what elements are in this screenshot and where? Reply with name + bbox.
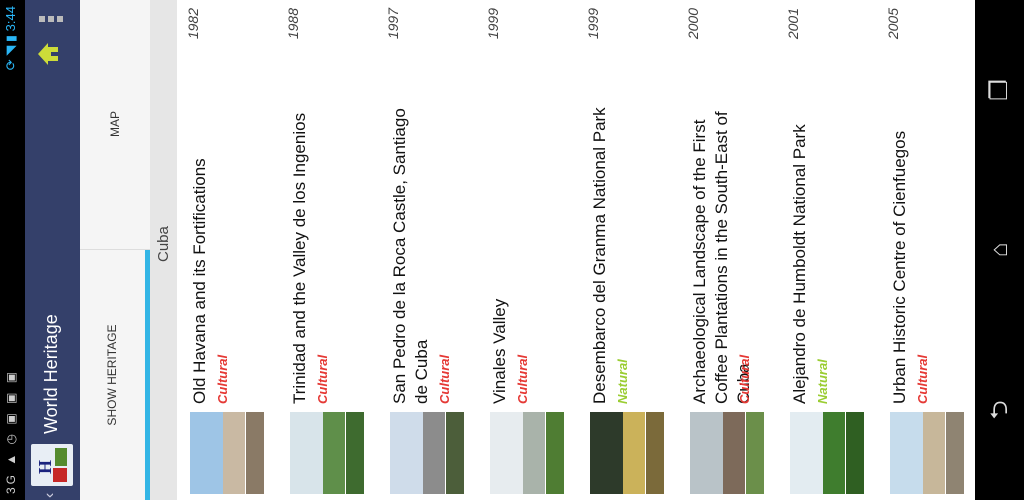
site-name: Vinales Valley xyxy=(490,298,509,404)
site-thumbnail xyxy=(690,412,764,494)
country-name: Cuba xyxy=(155,226,172,262)
notification-icons: 3G ▲ ◷ ▣ ▣ ▣ xyxy=(4,368,18,494)
site-name: Trinidad and the Valley de los Ingenios xyxy=(290,112,309,404)
inscription-year: 2000 xyxy=(685,8,701,40)
inscription-year: 1999 xyxy=(585,8,601,40)
site-name: Alejandro de Humboldt National Park xyxy=(790,124,809,404)
system-nav-bar: ⮌ ⌂ ❐ xyxy=(975,0,1024,500)
list-item[interactable]: Old Havana and its Fortifications Cultura… xyxy=(177,0,278,500)
up-navigation-icon[interactable]: ‹ xyxy=(41,493,59,498)
list-item[interactable]: Archaeological Landscape of the First Co… xyxy=(677,0,778,500)
action-bar: ‹ H World Heritage xyxy=(25,0,80,500)
site-category: Natural xyxy=(615,359,630,404)
site-category: Cultural xyxy=(437,354,452,404)
screen: 3G ▲ ◷ ▣ ▣ ▣ ⟳ ◥ ▮ 3:44 ‹ H World Herita… xyxy=(0,0,1024,500)
inscription-year: 1997 xyxy=(385,8,401,40)
device-frame: 3G ▲ ◷ ▣ ▣ ▣ ⟳ ◥ ▮ 3:44 ‹ H World Herita… xyxy=(0,0,1024,500)
overflow-menu-icon[interactable] xyxy=(35,6,67,32)
back-icon[interactable]: ⮌ xyxy=(975,370,1024,450)
site-category: Natural xyxy=(815,359,830,404)
site-thumbnail xyxy=(590,412,664,494)
site-thumbnail xyxy=(790,412,864,494)
inscription-year: 1999 xyxy=(485,8,501,40)
clock: 3:44 xyxy=(3,6,18,32)
system-status: ⟳ ◥ ▮ 3:44 xyxy=(3,6,19,70)
app-title: World Heritage xyxy=(41,314,61,434)
tab-map[interactable]: MAP xyxy=(80,0,150,250)
recent-apps-icon[interactable]: ❐ xyxy=(975,50,1024,130)
list-item[interactable]: Vinales Valley Cultural 1999 xyxy=(477,0,578,500)
site-category: Cultural xyxy=(915,354,930,404)
list-item[interactable]: Trinidad and the Valley de los Ingenios C… xyxy=(277,0,378,500)
inscription-year: 2001 xyxy=(785,8,801,40)
tab-show-heritage[interactable]: SHOW HERITAGE xyxy=(80,250,150,500)
inscription-year: 1982 xyxy=(185,8,201,40)
heritage-list: Old Havana and its Fortifications Cultura… xyxy=(177,0,978,500)
site-name: Old Havana and its Fortifications xyxy=(190,158,209,404)
list-item[interactable]: Alejandro de Humboldt National Park Natur… xyxy=(777,0,878,500)
site-name: Desembarco del Granma National Park xyxy=(590,107,609,404)
site-category: Cultural xyxy=(315,354,330,404)
site-thumbnail xyxy=(390,412,464,494)
tab-bar: SHOW HERITAGE MAP xyxy=(80,0,150,500)
site-category: Cultural xyxy=(215,354,230,404)
status-bar: 3G ▲ ◷ ▣ ▣ ▣ ⟳ ◥ ▮ 3:44 xyxy=(0,0,25,500)
country-section-header: Cuba xyxy=(150,0,177,500)
list-item[interactable]: San Pedro de la Roca Castle, Santiago de… xyxy=(377,0,478,500)
signal-battery-icons: ⟳ ◥ ▮ xyxy=(3,34,18,71)
inscription-year: 1988 xyxy=(285,8,301,40)
site-category: Cultural xyxy=(737,354,752,404)
site-name: Urban Historic Centre of Cienfuegos xyxy=(890,130,909,404)
home-nav-icon[interactable]: ⌂ xyxy=(975,210,1024,290)
home-icon[interactable] xyxy=(35,38,67,70)
list-item[interactable]: Desembarco del Granma National Park Natur… xyxy=(577,0,678,500)
site-thumbnail xyxy=(890,412,964,494)
site-thumbnail xyxy=(190,412,264,494)
list-item[interactable]: Urban Historic Centre of Cienfuegos Cultu… xyxy=(877,0,978,500)
app-logo[interactable]: H xyxy=(31,444,73,486)
site-category: Cultural xyxy=(515,354,530,404)
inscription-year: 2005 xyxy=(885,8,901,40)
site-thumbnail xyxy=(290,412,364,494)
site-thumbnail xyxy=(490,412,564,494)
site-name: San Pedro de la Roca Castle, Santiago de… xyxy=(390,108,431,404)
